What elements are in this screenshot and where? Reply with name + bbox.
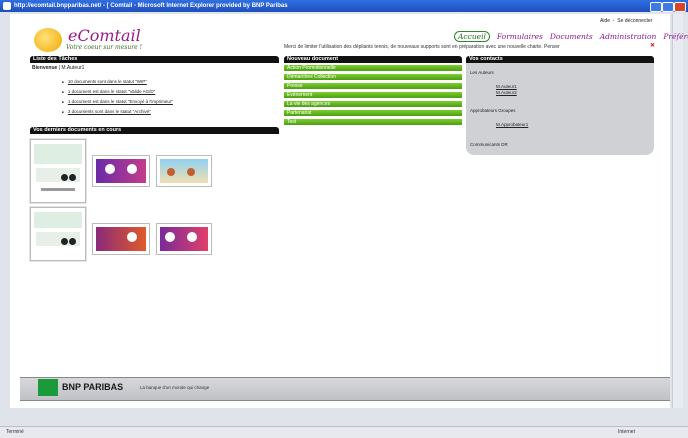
footer-slogan: La banque d'un monde qui change [140,385,210,390]
list-item: 1 document est dans le statut "Envoyé à … [62,99,173,104]
status-text: Terminé [6,429,24,435]
menu-item-partenariat[interactable]: Partenariat [284,110,462,117]
list-item: 10 documents sont dans le statut "WIP" [62,79,173,84]
approvers-label: Approbateurs Groupes [470,108,516,113]
contact-link[interactable]: M.Approbateur1 [496,122,528,127]
menu-item-test[interactable]: Test [284,119,462,126]
maximize-icon[interactable] [662,2,674,12]
authors-label: Les Auteurs [470,70,494,75]
document-thumbnail[interactable] [30,139,86,203]
task-list: 10 documents sont dans le statut "WIP" 1… [62,79,173,119]
menu-item-demarches-collection[interactable]: Démarches Collection [284,74,462,81]
window-titlebar: http://ecomtail.bnpparibas.net/ - [ Comt… [0,0,688,12]
document-thumbnail[interactable] [92,223,150,255]
task-link[interactable]: 3 documents sont dans le statut "Archivé… [68,109,151,114]
zone-text: Internet [618,429,635,435]
document-thumbnail[interactable] [30,207,86,261]
vertical-scrollbar[interactable] [672,14,683,408]
window-title: http://ecomtail.bnpparibas.net/ - [ Comt… [14,3,288,9]
nav-documents[interactable]: Documents [550,32,593,41]
contact-link[interactable]: M.Auteur2 [496,90,517,95]
task-link[interactable]: 1 document est dans le statut "Envoyé à … [68,99,173,104]
list-item: 3 documents sont dans le statut "Archivé… [62,109,173,114]
menu-item-evenement[interactable]: Evènement [284,92,462,99]
new-document-header: Nouveau document [284,56,462,63]
task-link[interactable]: 1 document est dans le statut "Valide AG… [68,89,155,94]
main-nav: Accueil Formulaires Documents Administratio… [454,31,688,42]
contact-link[interactable]: M.Auteur1 [496,84,517,89]
ie-icon [3,2,11,10]
orange-logo-icon [34,28,62,52]
help-link[interactable]: Aide [600,18,610,24]
menu-item-presse[interactable]: Presse [284,83,462,90]
document-thumbnail[interactable] [156,223,212,255]
list-item: 1 document est dans le statut "Valide AG… [62,89,173,94]
logout-link[interactable]: Se déconnecter [617,18,652,24]
menu-item-vie-des-agences[interactable]: La vie des agences [284,101,462,108]
menu-item-action-promotionnelle[interactable]: Action Promotionnelle [284,65,462,72]
document-thumbnail[interactable] [156,155,212,187]
logo-brand[interactable]: eComtail [68,26,141,45]
info-message: Merci de limiter l'utilisation des dépli… [284,44,560,50]
status-bar: Terminé Internet [0,426,688,438]
nav-preferences[interactable]: Préférences [663,32,688,41]
communicants-label: Communicants DR [470,142,508,147]
bnp-logo-icon [38,379,58,396]
nav-home[interactable]: Accueil [454,31,490,42]
minimize-icon[interactable] [650,2,662,12]
footer-brand: BNP PARIBAS [62,382,124,392]
document-thumbnail[interactable] [92,155,150,187]
nav-administration[interactable]: Administration [600,32,657,41]
close-x-icon[interactable]: ✕ [650,42,655,49]
tasks-header: Liste des Tâches [30,56,279,63]
task-link[interactable]: 10 documents sont dans le statut "WIP" [68,79,147,84]
contacts-header: Vos contacts [466,56,654,63]
recent-header: Vos derniers documents en cours [30,127,279,134]
close-icon[interactable] [674,2,686,12]
nav-forms[interactable]: Formulaires [497,32,543,41]
welcome-label: Bienvenue [32,65,58,71]
logo-tagline: Votre coeur sur mesure ! [66,44,142,51]
welcome-user: M.Auteur1 [61,65,85,71]
welcome-line: Bienvenue | M.Auteur1 [32,65,85,71]
top-links: Aide - Se déconnecter [600,18,653,24]
